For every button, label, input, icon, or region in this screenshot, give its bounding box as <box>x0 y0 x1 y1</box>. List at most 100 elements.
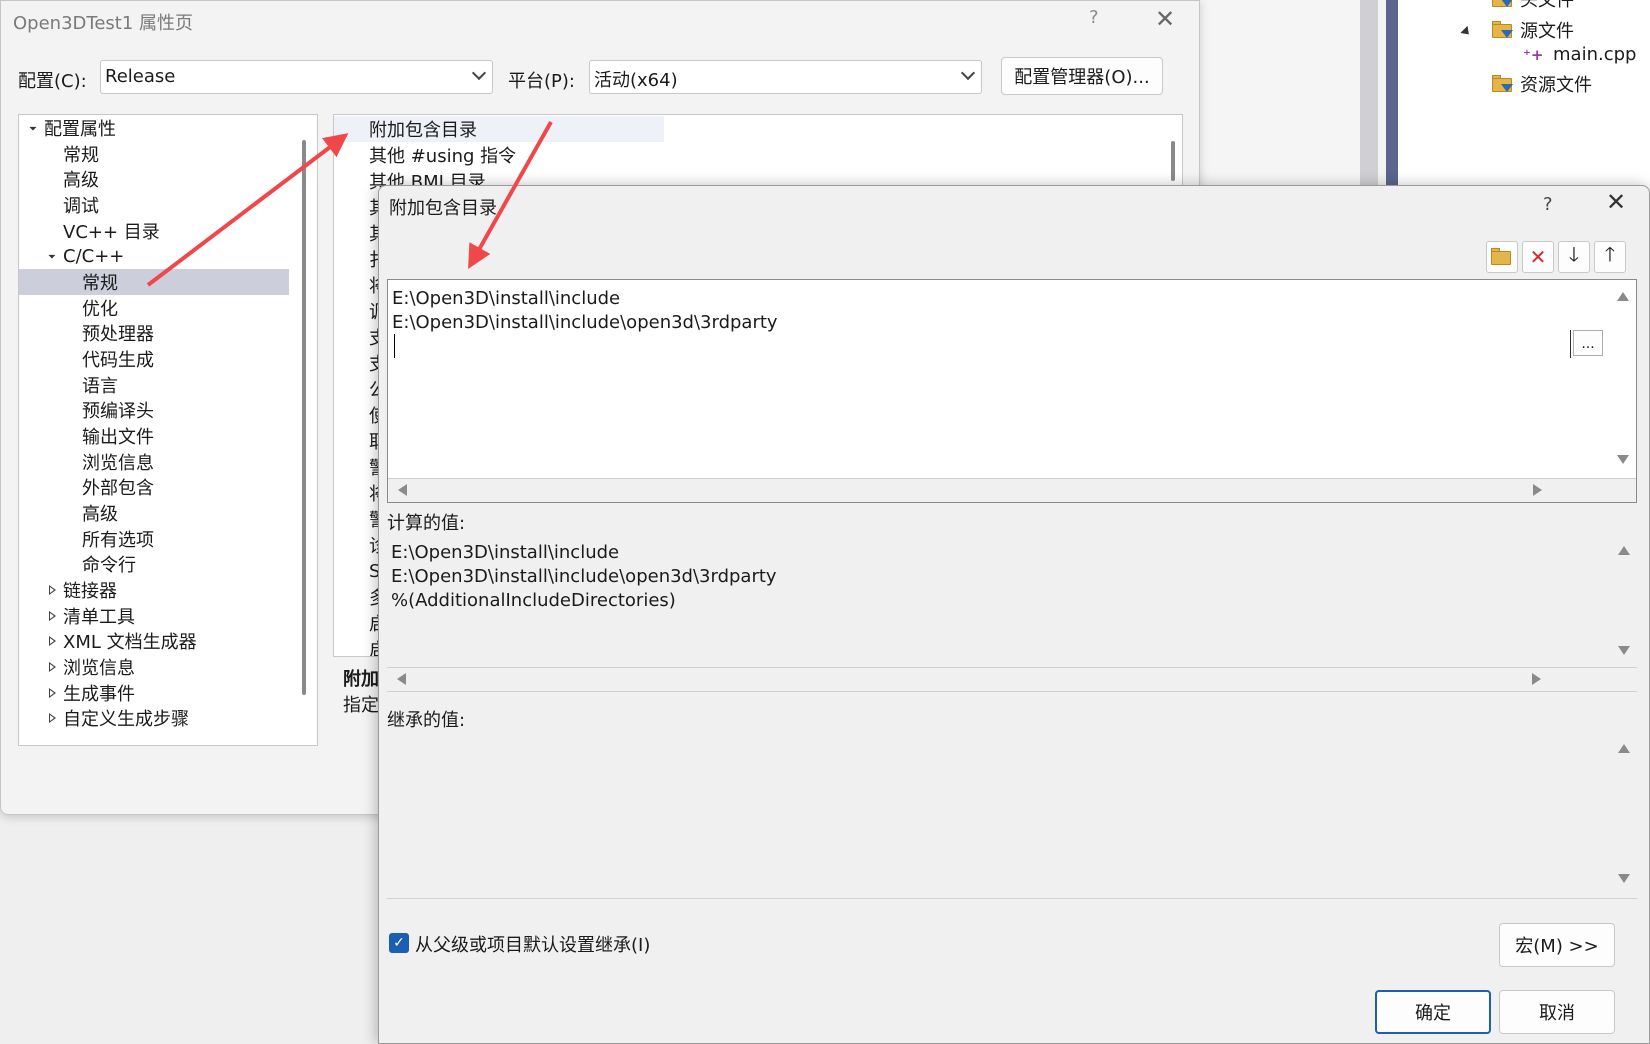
scroll-left-icon[interactable] <box>398 484 407 496</box>
tree-item-label: 常规 <box>63 145 99 166</box>
evaluated-line: %(AdditionalIncludeDirectories) <box>391 590 676 611</box>
collapsed-arrow-icon[interactable] <box>49 585 56 595</box>
include-dirs-editor[interactable]: E:\Open3D\install\include E:\Open3D\inst… <box>387 279 1637 503</box>
collapsed-arrow-icon[interactable] <box>49 688 56 698</box>
tree-item-optimization[interactable]: 优化 <box>19 295 289 321</box>
tree-item-linker[interactable]: 链接器 <box>19 577 289 603</box>
move-up-button[interactable]: 🡑 <box>1594 241 1626 273</box>
dialog-close-button[interactable]: ✕ <box>1606 188 1626 216</box>
tree-item-custom-build-step[interactable]: 自定义生成步骤 <box>19 705 289 731</box>
evaluated-value-label: 计算的值: <box>387 513 466 534</box>
expand-arrow-icon[interactable] <box>1460 25 1473 38</box>
tree-item-label: 配置属性 <box>44 119 116 140</box>
tree-node-label: main.cpp <box>1553 44 1637 65</box>
tree-scrollbar[interactable] <box>302 140 306 695</box>
tree-item-all-options[interactable]: 所有选项 <box>19 526 289 552</box>
tree-item-label: 命令行 <box>82 555 136 576</box>
move-down-button[interactable]: 🡓 <box>1558 241 1590 273</box>
collapsed-arrow-icon[interactable] <box>49 662 56 672</box>
tree-item-label: C/C++ <box>63 245 125 267</box>
macros-button[interactable]: 宏(M) >> <box>1499 923 1615 967</box>
expanded-arrow-icon[interactable] <box>45 248 56 259</box>
tree-item-vc-directories[interactable]: VC++ 目录 <box>19 218 289 244</box>
additional-include-dirs-dialog: 附加包含目录 ? ✕ ✕ 🡓 🡑 E:\Open3D\install\inclu… <box>378 185 1650 1044</box>
grid-scrollbar[interactable] <box>1171 141 1175 181</box>
grid-row-value[interactable] <box>664 116 1164 142</box>
tree-item-label: 生成事件 <box>63 684 135 705</box>
tree-item-command-line[interactable]: 命令行 <box>19 551 289 577</box>
cancel-button[interactable]: 取消 <box>1499 990 1615 1034</box>
new-line-button[interactable] <box>1486 241 1518 273</box>
tree-item-label: XML 文档生成器 <box>63 632 197 653</box>
scroll-right-icon[interactable] <box>1533 484 1542 496</box>
expanded-arrow-icon[interactable] <box>26 120 37 131</box>
platform-value: 活动(x64) <box>594 70 678 91</box>
scroll-up-icon[interactable] <box>1618 744 1630 753</box>
text-caret <box>394 334 395 358</box>
tree-item-xml-doc-generator[interactable]: XML 文档生成器 <box>19 628 289 654</box>
scroll-down-icon[interactable] <box>1618 646 1630 655</box>
evaluated-vertical-scrollbar[interactable] <box>1611 536 1637 666</box>
tree-node-resource-files[interactable]: 资源文件 <box>1492 71 1592 97</box>
inherited-value-label: 继承的值: <box>387 710 466 731</box>
tree-item-label: 所有选项 <box>82 530 154 551</box>
platform-label: 平台(P): <box>508 71 575 92</box>
dialog-help-button[interactable]: ? <box>1543 194 1553 215</box>
inherit-checkbox-label[interactable]: 从父级或项目默认设置继承(I) <box>415 931 650 957</box>
scroll-down-icon[interactable] <box>1617 455 1629 464</box>
close-button[interactable]: ✕ <box>1155 5 1175 33</box>
tree-item-build-events[interactable]: 生成事件 <box>19 680 289 706</box>
browse-button[interactable]: ... <box>1573 330 1603 356</box>
tree-node-main-cpp[interactable]: ⁺+ main.cpp <box>1523 44 1636 65</box>
help-button[interactable]: ? <box>1089 7 1099 28</box>
include-dir-line[interactable]: E:\Open3D\install\include <box>392 288 620 309</box>
collapsed-arrow-icon[interactable] <box>49 636 56 646</box>
include-dir-line[interactable]: E:\Open3D\install\include\open3d\3rdpart… <box>392 312 778 333</box>
tree-item-c-cpp-general[interactable]: 常规 <box>19 269 289 295</box>
config-select[interactable]: Release <box>100 60 493 94</box>
tree-item-debugging[interactable]: 调试 <box>19 192 289 218</box>
collapsed-arrow-icon[interactable] <box>49 713 56 723</box>
tree-node-header-files[interactable]: 头文件 <box>1492 0 1574 12</box>
tree-item-language[interactable]: 语言 <box>19 372 289 398</box>
tree-item-label: 链接器 <box>63 581 117 602</box>
tree-item-precompiled-headers[interactable]: 预编译头 <box>19 397 289 423</box>
scroll-up-icon[interactable] <box>1618 546 1630 555</box>
tree-item-label: 调试 <box>63 196 99 217</box>
tree-item-external-includes[interactable]: 外部包含 <box>19 474 289 500</box>
tree-item-c-cpp[interactable]: C/C++ <box>19 243 289 269</box>
ok-button[interactable]: 确定 <box>1375 990 1491 1034</box>
tree-item-label: 清单工具 <box>63 607 135 628</box>
editor-horizontal-scrollbar[interactable] <box>388 478 1636 502</box>
tree-item-code-generation[interactable]: 代码生成 <box>19 346 289 372</box>
evaluated-horizontal-scrollbar[interactable] <box>387 667 1637 691</box>
tree-item-label: 预处理器 <box>82 324 154 345</box>
inherit-checkbox[interactable]: ✓ <box>389 933 409 953</box>
tree-item-label: 预编译头 <box>82 401 154 422</box>
tree-item-preprocessor[interactable]: 预处理器 <box>19 320 289 346</box>
tree-node-source-files[interactable]: 源文件 <box>1460 17 1574 43</box>
tree-item-label: 高级 <box>63 170 99 191</box>
scroll-right-icon[interactable] <box>1532 673 1541 685</box>
inherited-vertical-scrollbar[interactable] <box>1611 734 1637 898</box>
grid-row[interactable]: 其他 #using 指令 <box>334 142 1164 168</box>
scroll-left-icon[interactable] <box>397 673 406 685</box>
grid-row-additional-include-dirs[interactable]: 附加包含目录 <box>334 116 1164 142</box>
tree-item-advanced[interactable]: 高级 <box>19 166 289 192</box>
tree-item-browse-information[interactable]: 浏览信息 <box>19 654 289 680</box>
scroll-down-icon[interactable] <box>1618 874 1630 883</box>
tree-item-output-files[interactable]: 输出文件 <box>19 423 289 449</box>
grid-row-value[interactable] <box>664 142 1164 168</box>
scroll-up-icon[interactable] <box>1617 292 1629 301</box>
platform-select[interactable]: 活动(x64) <box>589 60 982 94</box>
tree-item-browse-info[interactable]: 浏览信息 <box>19 449 289 475</box>
config-manager-button[interactable]: 配置管理器(O)... <box>1001 57 1163 95</box>
tree-item-config-properties[interactable]: 配置属性 <box>19 115 289 141</box>
collapsed-arrow-icon[interactable] <box>49 611 56 621</box>
tree-item-general[interactable]: 常规 <box>19 141 289 167</box>
tree-item-manifest-tool[interactable]: 清单工具 <box>19 603 289 629</box>
cpp-file-icon: ⁺+ <box>1523 45 1544 64</box>
editor-vertical-scrollbar[interactable] <box>1610 280 1636 478</box>
tree-item-c-cpp-advanced[interactable]: 高级 <box>19 500 289 526</box>
delete-button[interactable]: ✕ <box>1522 241 1554 273</box>
